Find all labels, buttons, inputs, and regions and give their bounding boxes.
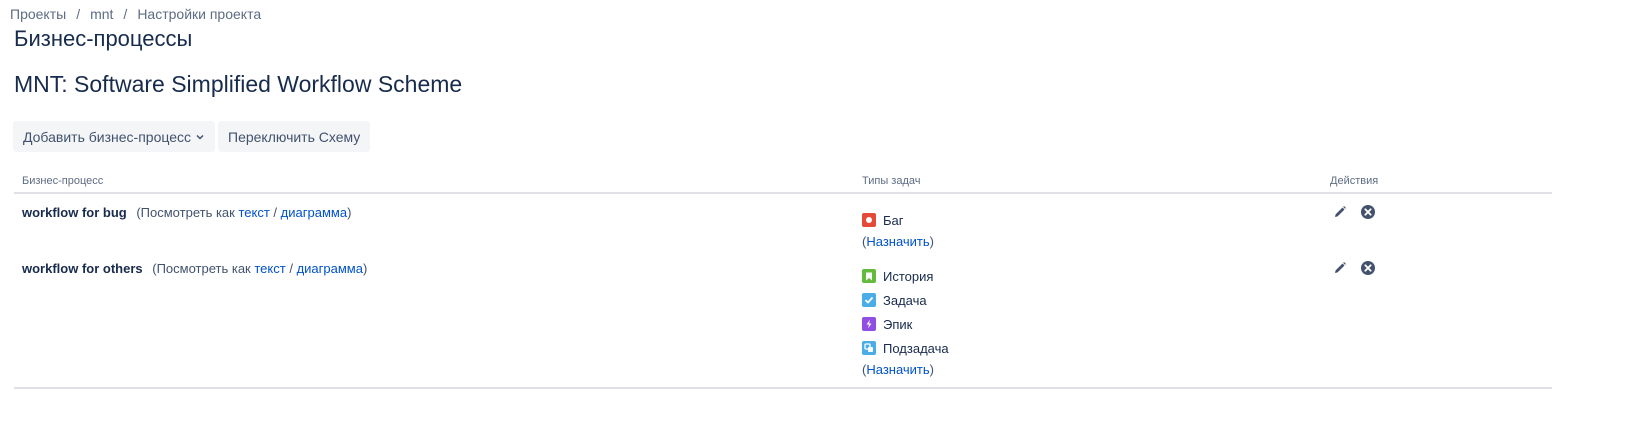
delete-x-circle-icon[interactable] — [1360, 260, 1376, 276]
subtask-icon — [862, 341, 876, 355]
assign-link[interactable]: Назначить — [866, 234, 929, 249]
workflow-name: workflow for others — [22, 261, 143, 276]
breadcrumb-separator: / — [123, 6, 128, 22]
view-suffix: ) — [347, 205, 352, 220]
issue-type-item: Подзадача — [862, 338, 949, 358]
view-as-group: (Посмотреть как текст / диаграмма) — [152, 261, 367, 276]
add-workflow-button[interactable]: Добавить бизнес-процесс — [13, 121, 215, 152]
story-icon — [862, 269, 876, 283]
table-row: workflow for bug (Посмотреть как текст /… — [14, 194, 1552, 252]
switch-scheme-button[interactable]: Переключить Схему — [218, 121, 371, 152]
issue-type-label: Эпик — [883, 316, 913, 332]
edit-pencil-icon[interactable] — [1332, 260, 1348, 276]
assign-group: (Назначить) — [862, 362, 949, 377]
workflow-name-cell: workflow for bug (Посмотреть как текст /… — [22, 205, 351, 220]
issue-type-label: Подзадача — [883, 340, 949, 356]
actions-cell — [1332, 204, 1376, 220]
assign-close: ) — [929, 234, 935, 249]
issue-type-label: Задача — [883, 292, 927, 308]
task-icon — [862, 293, 876, 307]
breadcrumb-separator: / — [76, 6, 81, 22]
breadcrumb: Проекты / mnt / Настройки проекта — [10, 6, 261, 22]
chevron-down-icon — [195, 132, 205, 142]
view-diagram-link[interactable]: диаграмма — [281, 205, 347, 220]
view-diagram-link[interactable]: диаграмма — [297, 261, 363, 276]
assign-link[interactable]: Назначить — [866, 362, 929, 377]
issue-type-item: Баг — [862, 210, 934, 230]
workflow-name-cell: workflow for others (Посмотреть как текс… — [22, 261, 367, 276]
workflow-name: workflow for bug — [22, 205, 127, 220]
edit-pencil-icon[interactable] — [1332, 204, 1348, 220]
view-as-prefix: (Посмотреть как — [152, 261, 251, 276]
breadcrumb-project-mnt[interactable]: mnt — [90, 6, 113, 22]
issue-types-cell: Баг (Назначить) — [862, 210, 934, 249]
column-header-issue-types: Типы задач — [862, 175, 921, 187]
epic-icon — [862, 317, 876, 331]
add-workflow-label: Добавить бизнес-процесс — [23, 128, 191, 145]
toolbar: Добавить бизнес-процесс Переключить Схем… — [13, 121, 371, 152]
assign-group: (Назначить) — [862, 234, 934, 249]
workflows-page: Проекты / mnt / Настройки проекта Бизнес… — [0, 0, 1631, 435]
view-as-prefix: (Посмотреть как — [136, 205, 235, 220]
table-header: Бизнес-процесс Типы задач Действия — [14, 170, 1552, 194]
breadcrumb-project-settings[interactable]: Настройки проекта — [137, 6, 261, 22]
breadcrumb-projects[interactable]: Проекты — [10, 6, 66, 22]
view-as-group: (Посмотреть как текст / диаграмма) — [136, 205, 351, 220]
delete-x-circle-icon[interactable] — [1360, 204, 1376, 220]
column-header-actions: Действия — [1330, 175, 1379, 187]
issue-type-item: История — [862, 266, 949, 286]
actions-cell — [1332, 260, 1376, 276]
view-text-link[interactable]: текст — [254, 261, 285, 276]
view-slash: / — [273, 205, 278, 220]
assign-close: ) — [929, 362, 935, 377]
workflows-table: Бизнес-процесс Типы задач Действия workf… — [14, 170, 1552, 389]
page-title: Бизнес-процессы — [14, 26, 193, 51]
issue-type-item: Эпик — [862, 314, 949, 334]
issue-type-label: Баг — [883, 212, 904, 228]
issue-types-cell: История Задача Эпик Подзадача (Назначить… — [862, 266, 949, 377]
scheme-title: MNT: Software Simplified Workflow Scheme — [14, 71, 463, 97]
view-slash: / — [289, 261, 293, 276]
column-header-workflow: Бизнес-процесс — [22, 175, 104, 187]
bug-icon — [862, 213, 876, 227]
issue-type-item: Задача — [862, 290, 949, 310]
table-row: workflow for others (Посмотреть как текс… — [14, 252, 1552, 389]
issue-type-label: История — [883, 268, 934, 284]
view-suffix: ) — [362, 261, 368, 276]
view-text-link[interactable]: текст — [238, 205, 269, 220]
